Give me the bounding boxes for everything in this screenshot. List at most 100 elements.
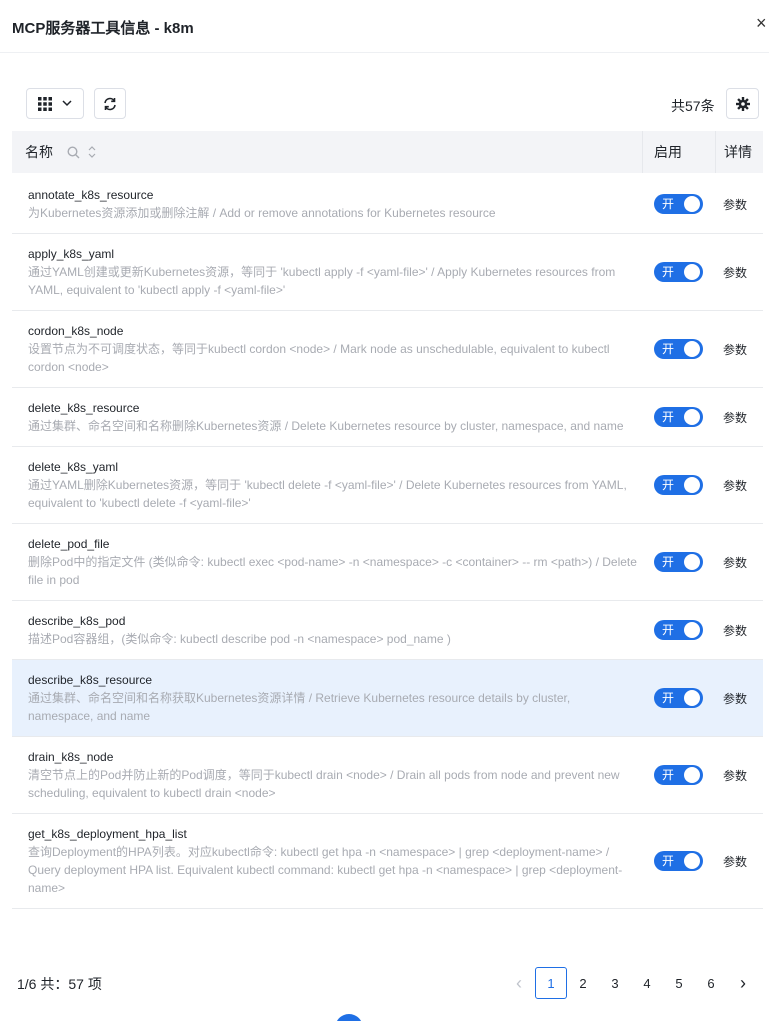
- gear-icon: [735, 96, 750, 111]
- table-row-selected[interactable]: describe_k8s_resource 通过集群、命名空间和名称获取Kube…: [12, 660, 763, 737]
- refresh-button[interactable]: [94, 88, 126, 119]
- enable-toggle[interactable]: 开: [654, 407, 703, 427]
- tool-description: 通过集群、命名空间和名称获取Kubernetes资源详情 / Retrieve …: [28, 691, 571, 723]
- page-button-3[interactable]: 3: [599, 967, 631, 999]
- params-link[interactable]: 参数: [723, 196, 747, 213]
- toggle-label: 开: [662, 342, 675, 356]
- table-header: 名称 启用 详情: [12, 131, 763, 173]
- toggle-knob: [684, 477, 700, 493]
- tool-name: cordon_k8s_node: [28, 324, 124, 338]
- tool-description: 删除Pod中的指定文件 (类似命令: kubectl exec <pod-nam…: [28, 555, 637, 587]
- table-row[interactable]: drain_k8s_node 清空节点上的Pod并防止新的Pod调度，等同于ku…: [12, 737, 763, 814]
- table-row[interactable]: delete_pod_file 删除Pod中的指定文件 (类似命令: kubec…: [12, 524, 763, 601]
- tool-description: 通过集群、命名空间和名称删除Kubernetes资源 / Delete Kube…: [28, 419, 624, 433]
- enable-toggle[interactable]: 开: [654, 620, 703, 640]
- toggle-knob: [684, 341, 700, 357]
- params-link[interactable]: 参数: [723, 554, 747, 571]
- sort-icon[interactable]: [88, 145, 96, 159]
- toggle-label: 开: [662, 768, 675, 782]
- toggle-knob: [684, 690, 700, 706]
- modal-header: MCP服务器工具信息 - k8m ×: [0, 0, 769, 53]
- toggle-knob: [684, 767, 700, 783]
- tool-description: 描述Pod容器组，(类似命令: kubectl describe pod -n …: [28, 632, 451, 646]
- grid-icon: [38, 96, 52, 111]
- total-count: 共57条: [671, 98, 715, 114]
- tool-description: 查询Deployment的HPA列表。对应kubectl命令: kubectl …: [28, 845, 623, 895]
- tool-name: apply_k8s_yaml: [28, 247, 115, 261]
- toggle-label: 开: [662, 197, 675, 211]
- tool-name: describe_k8s_pod: [28, 614, 126, 628]
- toggle-knob: [684, 264, 700, 280]
- toggle-knob: [684, 622, 700, 638]
- page-button-2[interactable]: 2: [567, 967, 599, 999]
- enable-toggle[interactable]: 开: [654, 339, 703, 359]
- toggle-knob: [684, 196, 700, 212]
- enable-toggle[interactable]: 开: [654, 262, 703, 282]
- tool-description: 设置节点为不可调度状态，等同于kubectl cordon <node> / M…: [28, 342, 610, 374]
- tool-description: 清空节点上的Pod并防止新的Pod调度，等同于kubectl drain <no…: [28, 768, 620, 800]
- enable-toggle[interactable]: 开: [654, 552, 703, 572]
- table-row[interactable]: describe_k8s_pod 描述Pod容器组，(类似命令: kubectl…: [12, 601, 763, 660]
- toggle-label: 开: [662, 478, 675, 492]
- params-link[interactable]: 参数: [723, 690, 747, 707]
- table-row[interactable]: apply_k8s_yaml 通过YAML创建或更新Kubernetes资源，等…: [12, 234, 763, 311]
- table-row[interactable]: delete_k8s_yaml 通过YAML删除Kubernetes资源，等同于…: [12, 447, 763, 524]
- refresh-icon: [104, 97, 116, 110]
- modal-title: MCP服务器工具信息 - k8m: [12, 20, 194, 37]
- params-link[interactable]: 参数: [723, 622, 747, 639]
- tool-description: 为Kubernetes资源添加或删除注解 / Add or remove ann…: [28, 206, 496, 220]
- toggle-label: 开: [662, 854, 675, 868]
- column-header-enable: 启用: [654, 144, 682, 160]
- enable-toggle[interactable]: 开: [654, 194, 703, 214]
- params-link[interactable]: 参数: [723, 341, 747, 358]
- tool-name: describe_k8s_resource: [28, 673, 153, 687]
- params-link[interactable]: 参数: [723, 767, 747, 784]
- toggle-label: 开: [662, 691, 675, 705]
- toggle-label: 开: [662, 265, 675, 279]
- floating-action-button[interactable]: [335, 1014, 363, 1021]
- prev-page-icon[interactable]: ‹: [509, 967, 529, 999]
- column-name-label: 名称: [25, 144, 53, 160]
- params-link[interactable]: 参数: [723, 264, 747, 281]
- page-button-5[interactable]: 5: [663, 967, 695, 999]
- search-icon[interactable]: [67, 145, 80, 159]
- enable-toggle[interactable]: 开: [654, 851, 703, 871]
- tool-name: delete_k8s_yaml: [28, 460, 119, 474]
- table-row[interactable]: annotate_k8s_resource 为Kubernetes资源添加或删除…: [12, 174, 763, 234]
- toggle-knob: [684, 554, 700, 570]
- next-page-icon[interactable]: ›: [733, 967, 753, 999]
- toggle-knob: [684, 409, 700, 425]
- tool-name: delete_pod_file: [28, 537, 110, 551]
- toggle-label: 开: [662, 623, 675, 637]
- chevron-down-icon: [62, 100, 72, 107]
- params-link[interactable]: 参数: [723, 853, 747, 870]
- params-link[interactable]: 参数: [723, 477, 747, 494]
- column-header-detail: 详情: [724, 144, 752, 160]
- column-settings-button[interactable]: [726, 88, 759, 119]
- page-button-6[interactable]: 6: [695, 967, 727, 999]
- toggle-label: 开: [662, 410, 675, 424]
- pagination-summary: 1/6 共：57 项: [17, 976, 102, 992]
- table-row[interactable]: get_k8s_deployment_hpa_list 查询Deployment…: [12, 814, 763, 909]
- table-row[interactable]: cordon_k8s_node 设置节点为不可调度状态，等同于kubectl c…: [12, 311, 763, 388]
- params-link[interactable]: 参数: [723, 409, 747, 426]
- toggle-knob: [684, 853, 700, 869]
- column-divider: [715, 131, 716, 173]
- enable-toggle[interactable]: 开: [654, 475, 703, 495]
- column-divider: [642, 131, 643, 173]
- tool-name: get_k8s_deployment_hpa_list: [28, 827, 187, 841]
- tool-description: 通过YAML创建或更新Kubernetes资源，等同于 'kubectl app…: [28, 265, 616, 297]
- page-button-4[interactable]: 4: [631, 967, 663, 999]
- tool-description: 通过YAML删除Kubernetes资源，等同于 'kubectl delete…: [28, 478, 627, 510]
- enable-toggle[interactable]: 开: [654, 765, 703, 785]
- column-header-name: 名称: [25, 131, 96, 173]
- tool-name: delete_k8s_resource: [28, 401, 140, 415]
- enable-toggle[interactable]: 开: [654, 688, 703, 708]
- close-icon[interactable]: ×: [756, 14, 769, 32]
- page-button-1[interactable]: 1: [535, 967, 567, 999]
- toggle-label: 开: [662, 555, 675, 569]
- tool-name: drain_k8s_node: [28, 750, 114, 764]
- table-row[interactable]: delete_k8s_resource 通过集群、命名空间和名称删除Kubern…: [12, 388, 763, 447]
- view-mode-button[interactable]: [26, 88, 84, 119]
- tool-name: annotate_k8s_resource: [28, 188, 154, 202]
